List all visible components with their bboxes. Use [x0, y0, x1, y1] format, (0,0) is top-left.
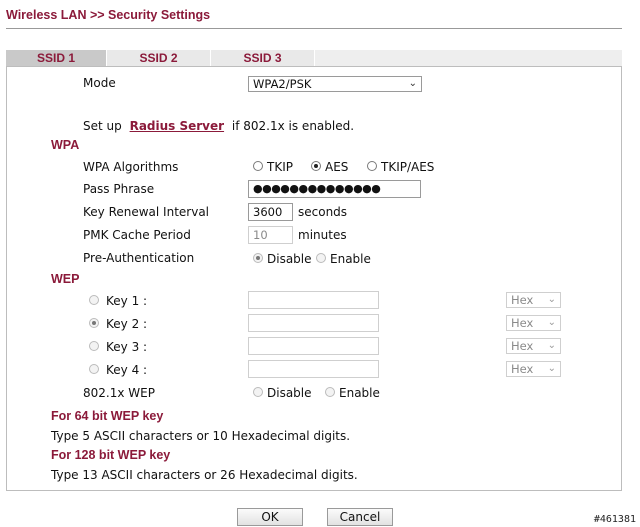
wep-8021x-disable-label: Disable: [267, 386, 312, 400]
radius-server-link[interactable]: Radius Server: [130, 119, 224, 133]
key-1-label: Key 1 :: [106, 294, 148, 308]
key-renewal-input[interactable]: 3600: [248, 203, 293, 221]
tkip-aes-label: TKIP/AES: [381, 160, 435, 174]
chevron-down-icon: ⌄: [547, 317, 556, 328]
wpa-algorithms-label: WPA Algorithms: [83, 160, 179, 174]
key-4-format: Hex: [511, 362, 534, 376]
key-1-radio[interactable]: [89, 295, 99, 305]
pre-auth-enable-label: Enable: [330, 252, 371, 266]
pmk-cache-label: PMK Cache Period: [83, 228, 191, 242]
chevron-down-icon: ⌄: [547, 340, 556, 351]
pmk-cache-input[interactable]: 10: [248, 226, 293, 244]
key-renewal-unit: seconds: [298, 205, 348, 219]
key-2-radio[interactable]: [89, 318, 99, 328]
tab-ssid-1[interactable]: SSID 1: [6, 50, 107, 66]
cancel-button[interactable]: Cancel: [327, 508, 393, 526]
key-4-format-select[interactable]: Hex ⌄: [506, 361, 561, 377]
pass-phrase-label: Pass Phrase: [83, 182, 155, 196]
key-3-format: Hex: [511, 339, 534, 353]
pre-auth-disable-radio[interactable]: [253, 253, 263, 263]
key-1-format: Hex: [511, 293, 534, 307]
mode-label: Mode: [83, 76, 116, 90]
pre-auth-disable-label: Disable: [267, 252, 312, 266]
watermark-id: #461381: [593, 514, 636, 525]
wpa-section-title: WPA: [51, 138, 80, 152]
mode-select[interactable]: WPA2/PSK ⌄: [248, 76, 422, 92]
key-4-input[interactable]: [248, 360, 379, 378]
note-64-heading: For 64 bit WEP key: [51, 409, 164, 423]
pmk-cache-unit: minutes: [298, 228, 347, 242]
tkip-aes-radio[interactable]: [367, 161, 377, 171]
key-2-input[interactable]: [248, 314, 379, 332]
pass-phrase-input[interactable]: ●●●●●●●●●●●●●●: [248, 180, 421, 198]
title-divider: [6, 28, 622, 29]
key-4-label: Key 4 :: [106, 363, 148, 377]
key-2-label: Key 2 :: [106, 317, 148, 331]
wep-8021x-disable-radio[interactable]: [253, 387, 263, 397]
mode-value: WPA2/PSK: [253, 77, 312, 91]
key-3-input[interactable]: [248, 337, 379, 355]
aes-label: AES: [325, 160, 349, 174]
key-1-input[interactable]: [248, 291, 379, 309]
tab-ssid-2[interactable]: SSID 2: [107, 50, 211, 66]
key-renewal-label: Key Renewal Interval: [83, 205, 210, 219]
aes-radio[interactable]: [311, 161, 321, 171]
wep-8021x-enable-radio[interactable]: [325, 387, 335, 397]
note-128-heading: For 128 bit WEP key: [51, 448, 171, 462]
key-3-radio[interactable]: [89, 341, 99, 351]
note-128-text: Type 13 ASCII characters or 26 Hexadecim…: [51, 468, 358, 482]
key-1-format-select[interactable]: Hex ⌄: [506, 292, 561, 308]
setup-text: Set up Radius Server if 802.1x is enable…: [83, 119, 354, 133]
tkip-label: TKIP: [267, 160, 293, 174]
note-64-text: Type 5 ASCII characters or 10 Hexadecima…: [51, 429, 351, 443]
key-4-radio[interactable]: [89, 364, 99, 374]
chevron-down-icon: ⌄: [408, 78, 417, 89]
page-title: Wireless LAN >> Security Settings: [6, 8, 211, 22]
pre-auth-label: Pre-Authentication: [83, 251, 195, 265]
wep-8021x-label: 802.1x WEP: [83, 386, 155, 400]
pre-auth-enable-radio[interactable]: [316, 253, 326, 263]
chevron-down-icon: ⌄: [547, 294, 556, 305]
key-3-format-select[interactable]: Hex ⌄: [506, 338, 561, 354]
key-2-format: Hex: [511, 316, 534, 330]
ok-button[interactable]: OK: [237, 508, 303, 526]
wep-8021x-enable-label: Enable: [339, 386, 380, 400]
chevron-down-icon: ⌄: [547, 363, 556, 374]
key-2-format-select[interactable]: Hex ⌄: [506, 315, 561, 331]
setup-prefix: Set up: [83, 119, 122, 133]
key-3-label: Key 3 :: [106, 340, 148, 354]
setup-suffix: if 802.1x is enabled.: [231, 119, 355, 133]
tkip-radio[interactable]: [253, 161, 263, 171]
wep-section-title: WEP: [51, 272, 80, 286]
tab-ssid-3[interactable]: SSID 3: [211, 50, 315, 66]
